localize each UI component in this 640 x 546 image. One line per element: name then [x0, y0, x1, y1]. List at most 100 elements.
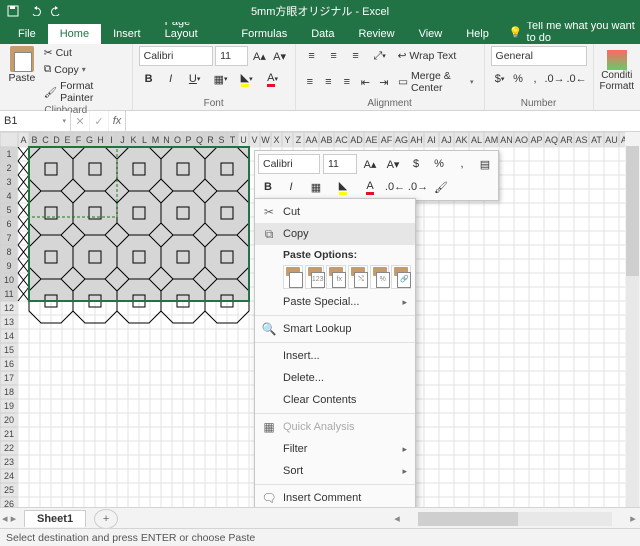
- ctx-insert[interactable]: Insert...: [255, 345, 415, 367]
- fill-color-button[interactable]: ◣▾: [235, 69, 259, 89]
- context-menu: ✂Cut ⧉Copy Paste Options: 123 fx ⤭ % 🔗 P…: [254, 198, 416, 544]
- mini-font-select[interactable]: Calibri: [258, 154, 320, 174]
- border-button[interactable]: ▦▾: [209, 69, 233, 89]
- name-box[interactable]: B1▾: [0, 111, 71, 131]
- number-format-select[interactable]: General: [491, 46, 587, 66]
- comma-button[interactable]: ,: [528, 69, 543, 89]
- tab-data[interactable]: Data: [299, 24, 346, 44]
- ctx-paste-special[interactable]: Paste Special...▸: [255, 291, 415, 313]
- tab-help[interactable]: Help: [454, 24, 501, 44]
- align-top-button[interactable]: ≡: [302, 46, 322, 66]
- tab-review[interactable]: Review: [346, 24, 406, 44]
- tab-file[interactable]: File: [6, 24, 48, 44]
- font-color-button[interactable]: A▾: [261, 69, 285, 89]
- title-bar: 5mm方眼オリジナル - Excel: [0, 0, 640, 22]
- paste-all[interactable]: [283, 265, 303, 289]
- font-name-select[interactable]: Calibri: [139, 46, 213, 66]
- svg-text:X: X: [273, 135, 279, 145]
- ctx-delete[interactable]: Delete...: [255, 367, 415, 389]
- undo-button[interactable]: [26, 2, 44, 20]
- format-painter-button[interactable]: 🖌Format Painter: [42, 79, 126, 105]
- dec-decimal-button[interactable]: .0←: [567, 69, 587, 89]
- mini-percent[interactable]: %: [429, 154, 449, 174]
- paste-values[interactable]: 123: [305, 265, 325, 289]
- paste-formatting[interactable]: %: [370, 265, 390, 289]
- align-bottom-button[interactable]: ≡: [346, 46, 366, 66]
- quick-access-toolbar: [4, 2, 66, 20]
- dec-indent-button[interactable]: ⇤: [357, 72, 374, 92]
- ctx-comment[interactable]: 🗨Insert Comment: [255, 487, 415, 509]
- inc-indent-button[interactable]: ⇥: [376, 72, 393, 92]
- mini-bold[interactable]: B: [258, 177, 278, 197]
- tab-view[interactable]: View: [407, 24, 455, 44]
- tab-nav[interactable]: ◂ ▸: [2, 512, 16, 525]
- paste-formulas[interactable]: fx: [326, 265, 346, 289]
- inc-decimal-button[interactable]: .0→: [545, 69, 565, 89]
- mini-painter[interactable]: 🖌: [431, 177, 451, 197]
- align-middle-button[interactable]: ≡: [324, 46, 344, 66]
- ctx-smart-lookup[interactable]: 🔍Smart Lookup: [255, 318, 415, 340]
- ctx-clear[interactable]: Clear Contents: [255, 389, 415, 411]
- scrollbar-horizontal[interactable]: ◂▸: [390, 507, 640, 529]
- tab-formulas[interactable]: Formulas: [229, 24, 299, 44]
- group-clipboard: Paste ✂Cut ⧉Copy▾ 🖌Format Painter Clipbo…: [0, 44, 133, 110]
- mini-dec-dec[interactable]: .0←: [385, 177, 405, 197]
- align-center-button[interactable]: ≡: [320, 72, 337, 92]
- wrap-text-button[interactable]: ↩Wrap Text: [394, 49, 461, 63]
- svg-text:T: T: [230, 135, 236, 145]
- cut-button[interactable]: ✂Cut: [42, 46, 126, 60]
- tab-home[interactable]: Home: [48, 24, 101, 44]
- worksheet[interactable]: ABCDEFGHIJKLMNOPQRSTUVWXYZAAABACADAEAFAG…: [0, 132, 640, 544]
- copy-button[interactable]: ⧉Copy▾: [42, 62, 126, 77]
- accounting-button[interactable]: $▾: [491, 69, 509, 89]
- mini-border[interactable]: ▦: [304, 177, 328, 197]
- ctx-copy[interactable]: ⧉Copy: [255, 223, 415, 245]
- copy-icon: ⧉: [261, 227, 277, 242]
- mini-shrink-font[interactable]: A▾: [383, 154, 403, 174]
- mini-fill[interactable]: ◣: [331, 177, 355, 197]
- mini-comma[interactable]: ,: [452, 154, 472, 174]
- ctx-sort[interactable]: Sort▸: [255, 460, 415, 482]
- orientation-button[interactable]: ⤢▾: [368, 46, 392, 66]
- percent-button[interactable]: %: [510, 69, 525, 89]
- group-styles: Conditi Formatt: [594, 44, 640, 110]
- ctx-cut[interactable]: ✂Cut: [255, 201, 415, 223]
- grow-font-button[interactable]: A▴: [250, 46, 268, 66]
- mini-font-color[interactable]: A: [358, 177, 382, 197]
- align-left-button[interactable]: ≡: [302, 72, 319, 92]
- mini-accounting[interactable]: $: [406, 154, 426, 174]
- bold-button[interactable]: B: [139, 69, 159, 89]
- font-size-select[interactable]: 11: [215, 46, 248, 66]
- paste-transpose[interactable]: ⤭: [348, 265, 368, 289]
- paste-link[interactable]: 🔗: [391, 265, 411, 289]
- merge-center-button[interactable]: ▭Merge & Center▾: [394, 69, 477, 95]
- tell-me[interactable]: 💡 Tell me what you want to do: [509, 20, 640, 44]
- svg-text:22: 22: [4, 443, 14, 453]
- svg-text:AL: AL: [471, 135, 482, 145]
- svg-text:3: 3: [6, 177, 11, 187]
- shrink-font-button[interactable]: A▾: [271, 46, 289, 66]
- cond-format-icon[interactable]: [607, 50, 627, 70]
- mini-size-select[interactable]: 11: [323, 154, 357, 174]
- save-button[interactable]: [4, 2, 22, 20]
- add-sheet-button[interactable]: +: [94, 509, 118, 529]
- formula-input[interactable]: [126, 111, 640, 131]
- mini-italic[interactable]: I: [281, 177, 301, 197]
- sheet-tab-1[interactable]: Sheet1: [24, 510, 86, 527]
- svg-text:O: O: [174, 135, 181, 145]
- italic-button[interactable]: I: [161, 69, 181, 89]
- mini-cond-icon[interactable]: ▤: [475, 154, 495, 174]
- svg-text:L: L: [142, 135, 147, 145]
- tab-insert[interactable]: Insert: [101, 24, 153, 44]
- mini-inc-dec[interactable]: .0→: [408, 177, 428, 197]
- ctx-filter[interactable]: Filter▸: [255, 438, 415, 460]
- underline-button[interactable]: U▾: [183, 69, 207, 89]
- mini-toolbar: Calibri 11 A▴ A▾ $ % , ▤ B I ▦ ◣ A .0← .…: [254, 150, 499, 201]
- paste-button[interactable]: Paste: [6, 46, 38, 105]
- scrollbar-vertical[interactable]: [625, 132, 640, 544]
- align-right-button[interactable]: ≡: [339, 72, 356, 92]
- redo-button[interactable]: [48, 2, 66, 20]
- fx-icon[interactable]: fx: [109, 111, 126, 131]
- svg-text:W: W: [261, 135, 270, 145]
- mini-grow-font[interactable]: A▴: [360, 154, 380, 174]
